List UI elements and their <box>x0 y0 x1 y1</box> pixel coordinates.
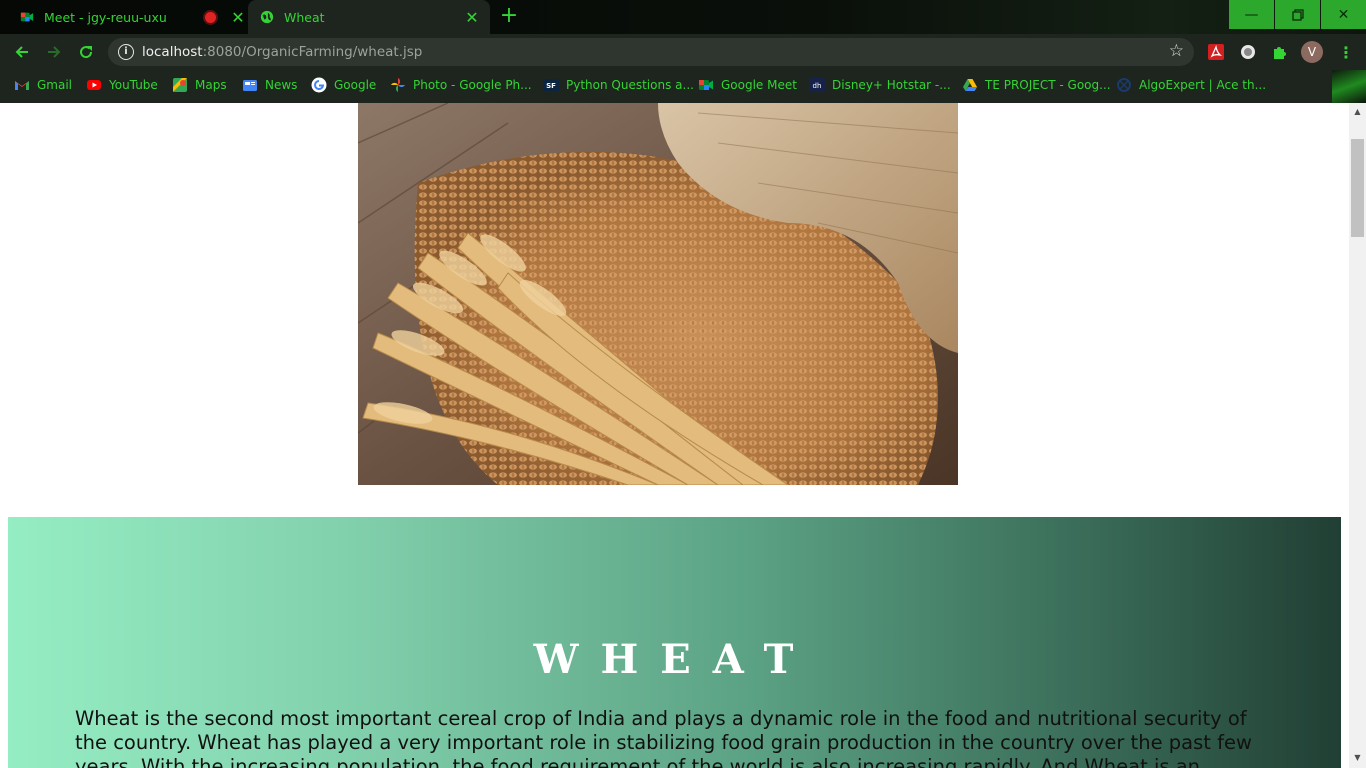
bookmark-label: News <box>265 78 298 92</box>
back-button[interactable] <box>10 42 34 62</box>
tab-wheat[interactable]: Wheat ✕ <box>248 0 490 34</box>
close-window-button[interactable]: ✕ <box>1321 0 1366 29</box>
bookmark-label: AlgoExpert | Ace th... <box>1139 78 1267 92</box>
wheat-image <box>358 103 958 485</box>
close-icon[interactable]: ✕ <box>228 8 248 27</box>
bookmark-algoexpert[interactable]: AlgoExpert | Ace th... <box>1116 76 1266 94</box>
meet-icon <box>20 12 34 22</box>
close-icon[interactable]: ✕ <box>462 8 482 27</box>
forward-arrow-icon <box>48 46 61 58</box>
bookmark-label: Maps <box>195 78 227 92</box>
theme-decoration <box>1332 70 1366 103</box>
svg-text:dh: dh <box>813 82 822 90</box>
new-tab-button[interactable]: + <box>499 5 519 27</box>
scroll-up-icon[interactable]: ▲ <box>1349 103 1366 120</box>
forward-button[interactable] <box>42 42 66 62</box>
globe-icon <box>260 10 274 24</box>
bookmark-google[interactable]: Google <box>311 76 376 94</box>
photos-icon <box>391 78 405 92</box>
bookmark-label: Disney+ Hotstar -... <box>832 78 951 92</box>
puzzle-extensions-icon[interactable] <box>1270 42 1290 62</box>
bookmark-te-project[interactable]: TE PROJECT - Goog... <box>962 76 1111 94</box>
bookmark-label: Google Meet <box>721 78 797 92</box>
bookmark-python-questions[interactable]: SF Python Questions a... <box>543 76 694 94</box>
bookmark-label: YouTube <box>109 78 158 92</box>
back-arrow-icon <box>15 46 28 58</box>
pdf-extension-icon[interactable] <box>1206 42 1226 62</box>
profile-avatar[interactable]: V <box>1301 41 1323 63</box>
sf-icon: SF <box>543 79 559 91</box>
tab-meet[interactable]: Meet - jgy-reuu-uxu ✕ <box>0 0 248 34</box>
algoexpert-icon <box>1117 78 1131 92</box>
bookmark-hotstar[interactable]: dh Disney+ Hotstar -... <box>809 76 951 94</box>
gmail-icon <box>15 81 29 90</box>
restore-button[interactable] <box>1275 0 1320 29</box>
url-host: localhost <box>142 44 203 60</box>
drive-icon <box>963 79 977 91</box>
url-text[interactable]: localhost:8080/OrganicFarming/wheat.jsp <box>142 44 422 60</box>
svg-text:SF: SF <box>546 82 556 90</box>
wheat-description: Wheat is the second most important cerea… <box>75 707 1252 768</box>
page-viewport: WHEAT Wheat is the second most important… <box>0 103 1349 768</box>
bookmark-label: Google <box>334 78 377 92</box>
url-path: :8080/OrganicFarming/wheat.jsp <box>202 44 423 60</box>
bookmark-google-meet[interactable]: Google Meet <box>698 76 797 94</box>
bookmark-star-icon[interactable]: ☆ <box>1169 41 1184 61</box>
google-icon <box>311 77 327 93</box>
news-icon <box>243 80 257 91</box>
recording-indicator-icon <box>205 11 216 23</box>
wheat-photo <box>358 103 958 485</box>
maps-icon <box>173 78 187 92</box>
bookmark-label: TE PROJECT - Goog... <box>985 78 1111 92</box>
menu-dots-icon[interactable]: ⋮ <box>1336 42 1356 62</box>
meet-icon <box>699 80 713 90</box>
tab-title: Meet - jgy-reuu-uxu <box>44 9 167 25</box>
bookmark-label: Python Questions a... <box>566 78 694 92</box>
hotstar-icon: dh <box>809 78 825 92</box>
page-title: WHEAT <box>533 636 816 683</box>
info-icon[interactable]: i <box>118 44 134 60</box>
scroll-down-icon[interactable]: ▼ <box>1349 749 1366 766</box>
bookmark-youtube[interactable]: YouTube <box>86 76 158 94</box>
record-extension-icon[interactable] <box>1238 42 1258 62</box>
bookmark-photos[interactable]: Photo - Google Ph... <box>390 76 532 94</box>
reload-button[interactable] <box>74 42 98 62</box>
restore-icon <box>1291 8 1304 21</box>
bookmark-label: Photo - Google Ph... <box>413 78 532 92</box>
bookmark-gmail[interactable]: Gmail <box>14 76 72 94</box>
scroll-thumb[interactable] <box>1351 139 1364 237</box>
tab-title: Wheat <box>284 9 325 25</box>
vertical-scrollbar[interactable]: ▲ ▼ <box>1349 103 1366 768</box>
bookmark-label: Gmail <box>37 78 73 92</box>
wheat-banner: WHEAT Wheat is the second most important… <box>8 517 1341 768</box>
bookmark-maps[interactable]: Maps <box>172 76 227 94</box>
minimize-button[interactable]: — <box>1229 0 1274 29</box>
bookmark-news[interactable]: News <box>242 76 297 94</box>
reload-icon <box>80 46 93 59</box>
address-bar[interactable]: i localhost:8080/OrganicFarming/wheat.js… <box>108 38 1194 66</box>
youtube-icon <box>87 80 101 90</box>
